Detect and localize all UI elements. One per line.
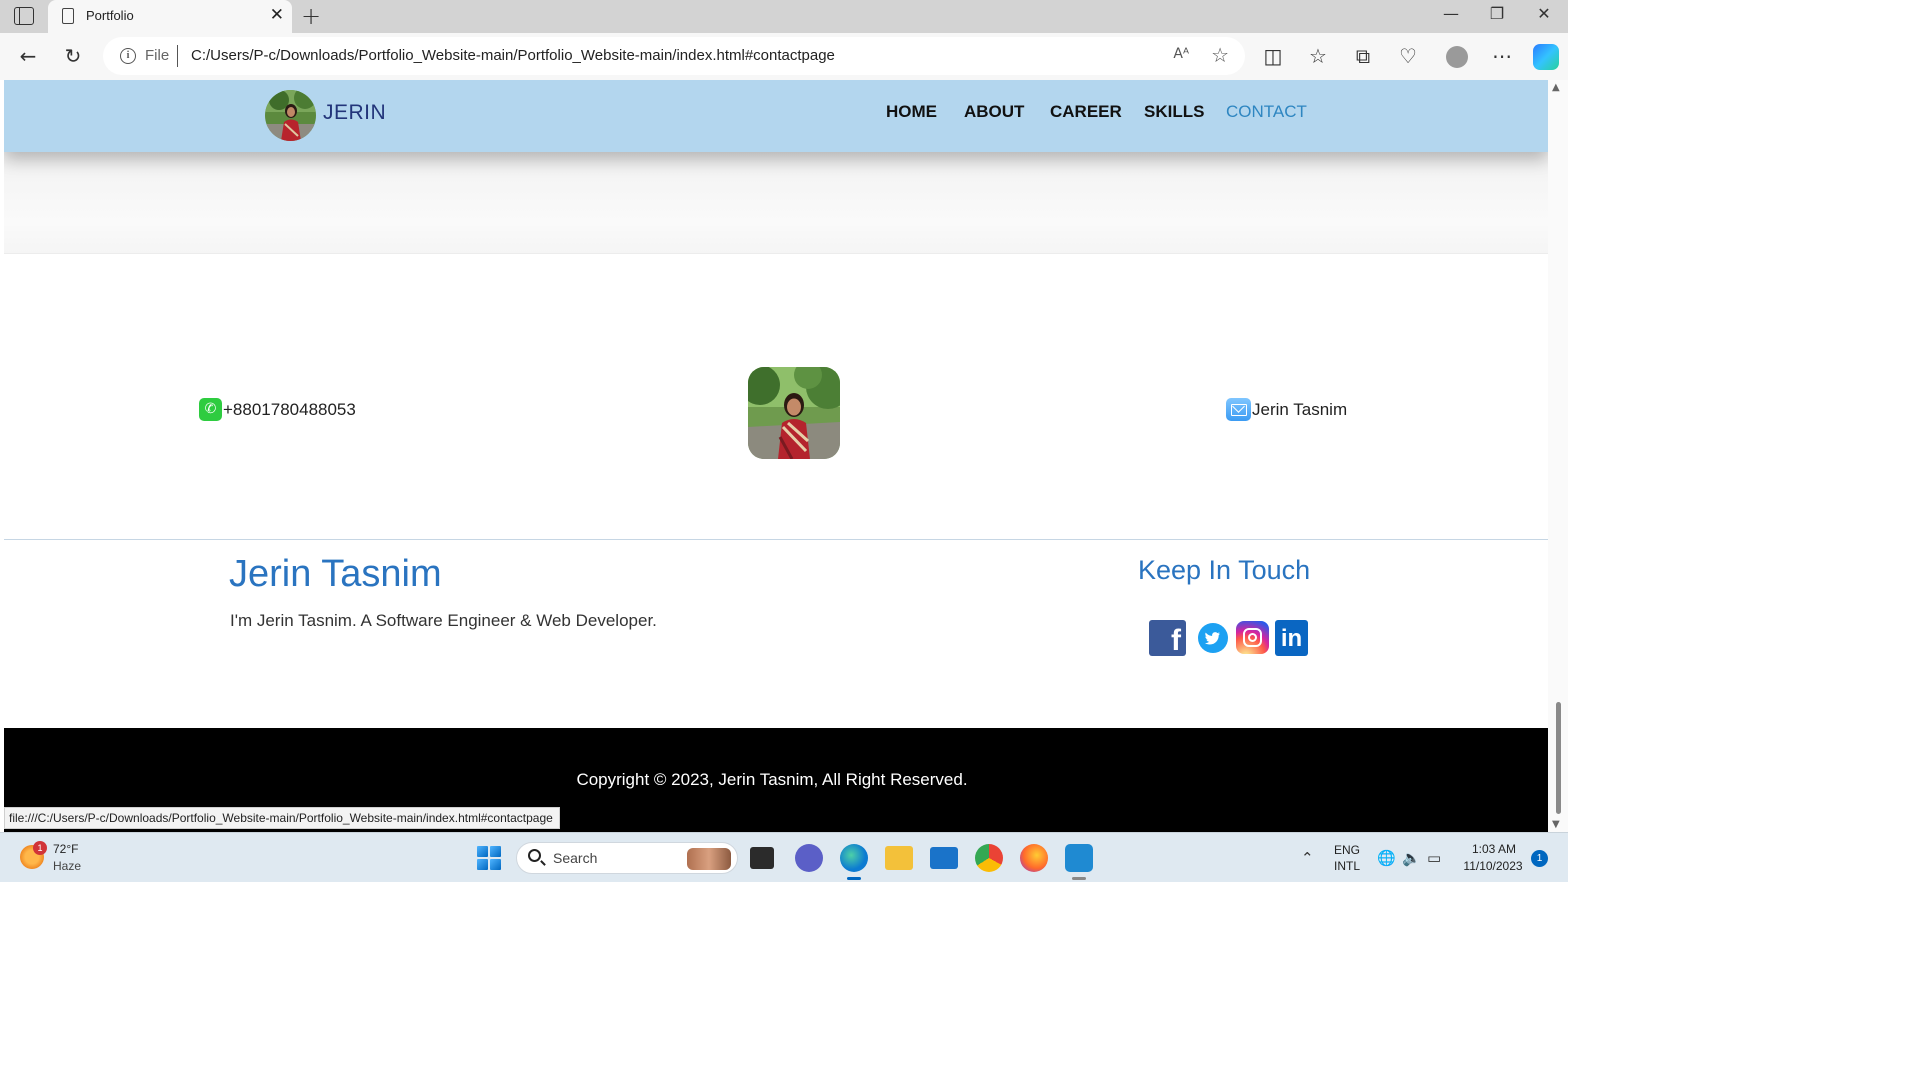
contact-photo: [748, 367, 840, 459]
contact-phone[interactable]: ✆ +8801780488053: [199, 398, 356, 421]
keep-in-touch-heading: Keep In Touch: [1138, 555, 1311, 585]
search-label: Search: [553, 850, 598, 866]
section-band: [4, 152, 1548, 254]
instagram-icon[interactable]: [1236, 621, 1269, 654]
language-top[interactable]: ENG: [1334, 843, 1360, 857]
collections-icon[interactable]: ⧉: [1349, 43, 1377, 69]
search-icon: [528, 849, 541, 862]
edge-icon[interactable]: [840, 844, 868, 872]
file-explorer-icon[interactable]: [885, 846, 913, 870]
brand-avatar[interactable]: [265, 90, 316, 141]
scrollbar-thumb[interactable]: [1556, 702, 1561, 814]
footer-description: I'm Jerin Tasnim. A Software Engineer & …: [230, 611, 657, 630]
browser-toolbar: ← ↻ i File C:/Users/P-c/Downloads/Portfo…: [0, 33, 1568, 80]
tab-actions-icon[interactable]: [14, 7, 34, 25]
refresh-icon[interactable]: ↻: [59, 43, 87, 69]
teams-chat-icon[interactable]: [795, 844, 823, 872]
edge-active-indicator: [847, 877, 861, 880]
close-window-icon[interactable]: ✕: [1521, 4, 1567, 23]
search-highlight-image: [687, 848, 731, 870]
split-screen-icon[interactable]: ◫: [1259, 43, 1287, 69]
battery-icon[interactable]: ▭: [1427, 849, 1441, 867]
page-viewport: JERIN HOME ABOUT CAREER SKILLS CONTACT ✆…: [4, 80, 1548, 832]
mail-icon: [1226, 398, 1251, 421]
status-bar-url: file:///C:/Users/P-c/Downloads/Portfolio…: [4, 807, 560, 829]
nav-about[interactable]: ABOUT: [964, 102, 1024, 122]
footer-divider: [4, 539, 1548, 540]
back-icon[interactable]: ←: [14, 43, 42, 69]
site-info-icon[interactable]: i: [120, 48, 136, 64]
twitter-icon[interactable]: [1198, 623, 1228, 653]
task-view-icon[interactable]: [750, 847, 774, 869]
nav-home[interactable]: HOME: [886, 102, 937, 122]
page-icon: [62, 8, 74, 24]
taskbar-search[interactable]: Search: [516, 842, 738, 874]
email-name: Jerin Tasnim: [1252, 399, 1348, 419]
chrome-icon[interactable]: [975, 844, 1003, 872]
copyright-text: Copyright © 2023, Jerin Tasnim, All Righ…: [576, 770, 968, 789]
weather-description[interactable]: Haze: [53, 859, 81, 873]
linkedin-icon[interactable]: in: [1275, 620, 1308, 656]
vscode-icon[interactable]: [1065, 844, 1093, 872]
copilot-icon[interactable]: [1533, 44, 1559, 70]
network-icon[interactable]: 🌐: [1377, 849, 1396, 867]
phone-icon: ✆: [199, 398, 222, 421]
site-navbar: JERIN HOME ABOUT CAREER SKILLS CONTACT: [4, 80, 1548, 152]
nav-career[interactable]: CAREER: [1050, 102, 1122, 122]
browser-tab-bar: Portfolio ✕ + — ❐ ✕: [0, 0, 1568, 33]
new-tab-icon[interactable]: +: [301, 2, 321, 30]
contact-email[interactable]: Jerin Tasnim: [1226, 398, 1347, 421]
weather-badge: 1: [33, 841, 47, 855]
notification-badge[interactable]: 1: [1531, 850, 1548, 867]
favorite-star-icon[interactable]: ☆: [1211, 43, 1229, 67]
weather-temperature[interactable]: 72°F: [53, 842, 78, 856]
mail-app-icon[interactable]: [930, 847, 958, 869]
nav-contact[interactable]: CONTACT: [1226, 102, 1307, 122]
vscode-active-indicator: [1072, 877, 1086, 880]
scroll-down-icon[interactable]: ▼: [1552, 819, 1560, 830]
tab-title: Portfolio: [86, 8, 134, 23]
show-hidden-icons-chevron-icon[interactable]: ⌃: [1301, 849, 1314, 867]
address-separator: [177, 45, 178, 67]
phone-number: +8801780488053: [223, 399, 356, 419]
volume-icon[interactable]: 🔈: [1402, 849, 1421, 867]
footer-name: Jerin Tasnim: [229, 553, 442, 595]
address-bar[interactable]: i File C:/Users/P-c/Downloads/Portfolio_…: [103, 37, 1245, 75]
taskbar: 1 72°F Haze Search ⌃ ENG INTL 🌐 🔈 ▭ 1:03…: [0, 832, 1568, 882]
nav-skills[interactable]: SKILLS: [1144, 102, 1204, 122]
favorites-icon[interactable]: ☆: [1304, 43, 1332, 69]
clock-time[interactable]: 1:03 AM: [1462, 842, 1526, 856]
language-bottom[interactable]: INTL: [1334, 859, 1360, 873]
facebook-icon[interactable]: f: [1149, 620, 1186, 656]
firefox-icon[interactable]: [1020, 844, 1048, 872]
address-scheme-label: File: [145, 47, 170, 64]
scroll-up-icon[interactable]: ▲: [1552, 82, 1560, 93]
start-button[interactable]: [477, 846, 501, 870]
clock-date[interactable]: 11/10/2023: [1460, 859, 1526, 873]
minimize-icon[interactable]: —: [1428, 4, 1474, 23]
address-url[interactable]: C:/Users/P-c/Downloads/Portfolio_Website…: [191, 47, 835, 64]
close-tab-icon[interactable]: ✕: [270, 5, 284, 25]
browser-tab[interactable]: Portfolio ✕: [48, 0, 292, 33]
read-aloud-icon[interactable]: Aᴬ: [1173, 46, 1189, 62]
brand-name[interactable]: JERIN: [323, 101, 386, 125]
page-scrollbar[interactable]: ▲ ▼: [1548, 80, 1568, 832]
profile-avatar-icon[interactable]: [1446, 46, 1468, 68]
more-menu-icon[interactable]: ⋯: [1488, 43, 1516, 69]
browser-essentials-icon[interactable]: ♡: [1394, 43, 1422, 69]
restore-icon[interactable]: ❐: [1474, 4, 1520, 23]
